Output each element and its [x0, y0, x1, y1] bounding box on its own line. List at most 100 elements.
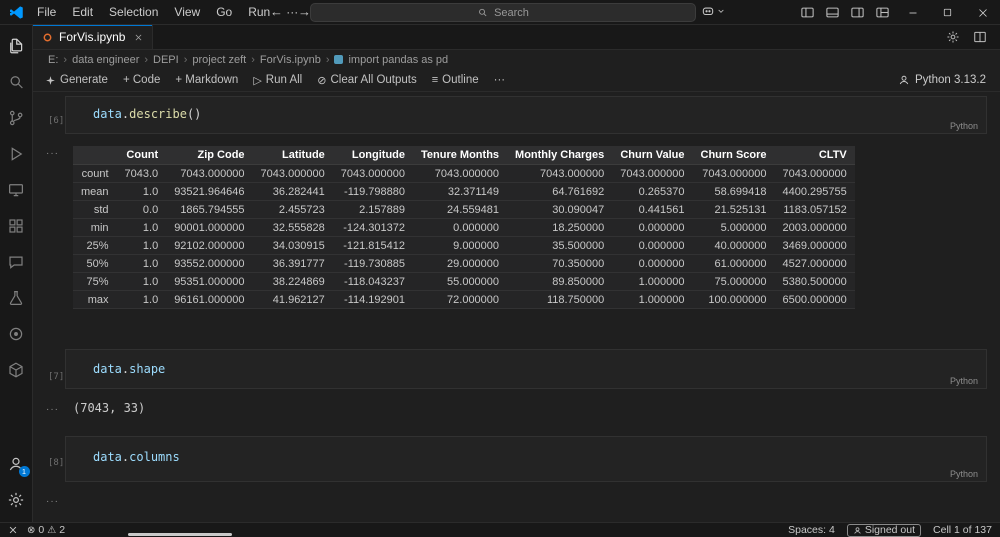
output-options-icon[interactable]: ··· [46, 148, 59, 159]
table-cell: 5.000000 [692, 218, 775, 237]
table-cell: 70.350000 [507, 254, 613, 273]
accounts-icon[interactable]: 1 [0, 446, 33, 482]
menu-bar: File Edit Selection View Go Run ··· [29, 3, 306, 21]
code-line[interactable]: data.describe() [66, 97, 986, 121]
column-header: Longitude [332, 146, 414, 165]
toolbar-more-icon[interactable]: ··· [494, 74, 506, 86]
remote-indicator-icon[interactable] [8, 525, 18, 535]
settings-gear-icon[interactable] [0, 482, 33, 518]
source-control-icon[interactable] [0, 100, 33, 136]
code-token: data [93, 107, 122, 121]
run-all-button[interactable]: ▷ Run All [253, 74, 302, 87]
table-cell: 40.000000 [692, 236, 775, 255]
code-cell-columns[interactable]: data.columns Python [8] [48, 436, 987, 482]
code-token: columns [129, 450, 180, 464]
output-options-icon[interactable]: ··· [46, 404, 59, 415]
table-cell: 7043.000000 [252, 164, 333, 183]
table-cell: 29.000000 [413, 254, 508, 273]
cell-position-indicator[interactable]: Cell 1 of 137 [933, 524, 992, 536]
cell-language-label: Python [949, 121, 978, 131]
code-line[interactable]: data.columns [66, 437, 986, 464]
table-cell: 38.224869 [252, 272, 333, 291]
titlebar-controls [795, 0, 1000, 25]
maximize-button[interactable] [930, 0, 965, 25]
testing-icon[interactable] [0, 280, 33, 316]
menu-view[interactable]: View [166, 3, 208, 21]
close-window-button[interactable] [965, 0, 1000, 25]
signed-out-badge[interactable]: Signed out [846, 523, 922, 537]
cell-language-label: Python [949, 469, 978, 479]
table-cell: 7043.000000 [413, 164, 508, 183]
notebook-file-icon [42, 32, 53, 43]
vscode-logo-icon [9, 5, 24, 20]
back-icon[interactable]: ← [270, 4, 283, 19]
breadcrumb-folder-data-engineer[interactable]: data engineer [72, 54, 139, 66]
search-input[interactable]: Search [310, 3, 696, 22]
split-editor-icon[interactable] [973, 30, 987, 44]
toggle-sidebar-icon[interactable] [795, 0, 820, 25]
breadcrumb-cell-symbol[interactable]: import pandas as pd [348, 54, 448, 66]
add-markdown-button[interactable]: + Markdown [175, 74, 238, 86]
error-count: 0 [38, 524, 45, 536]
chat-icon[interactable] [0, 244, 33, 280]
menu-selection[interactable]: Selection [101, 3, 166, 21]
extensions-icon[interactable] [0, 208, 33, 244]
minimize-button[interactable] [895, 0, 930, 25]
breadcrumb-folder-depi[interactable]: DEPI [153, 54, 179, 66]
output-options-icon[interactable]: ··· [46, 496, 59, 507]
menu-file[interactable]: File [29, 3, 64, 21]
copilot-button[interactable] [701, 4, 725, 18]
table-cell: -124.301372 [332, 218, 414, 237]
table-cell: 1183.057152 [774, 200, 855, 219]
table-cell: 21.525131 [692, 200, 775, 219]
run-all-icon: ▷ [253, 74, 262, 87]
chevron-down-icon [717, 7, 725, 15]
outline-button[interactable]: ≡ Outline [432, 74, 479, 86]
row-label: max [73, 290, 117, 309]
table-cell: 1.0 [116, 182, 167, 201]
containers-icon[interactable] [0, 352, 33, 388]
breadcrumb-folder-project-zeft[interactable]: project zeft [192, 54, 246, 66]
table-cell: 34.030915 [252, 236, 333, 255]
table-cell: 9.000000 [413, 236, 508, 255]
toggle-secondary-sidebar-icon[interactable] [845, 0, 870, 25]
breadcrumb-file[interactable]: ForVis.ipynb [260, 54, 321, 66]
clear-all-outputs-button[interactable]: ⊘ Clear All Outputs [317, 74, 417, 87]
sparkle-icon [45, 75, 56, 86]
table-cell: 2003.000000 [774, 218, 855, 237]
generate-button[interactable]: Generate [45, 74, 108, 86]
tab-forvis-ipynb[interactable]: ForVis.ipynb [33, 25, 154, 49]
toggle-panel-icon[interactable] [820, 0, 845, 25]
menu-edit[interactable]: Edit [64, 3, 101, 21]
table-cell: -121.815412 [332, 236, 414, 255]
code-cell-shape[interactable]: data.shape Python [7] [48, 349, 987, 389]
problems-indicator[interactable]: ⊗ 0 ⚠ 2 [27, 524, 65, 536]
search-sidebar-icon[interactable] [0, 64, 33, 100]
remote-explorer-icon[interactable] [0, 172, 33, 208]
explorer-icon[interactable] [0, 28, 33, 64]
breadcrumb-drive[interactable]: E: [48, 54, 58, 66]
table-cell: 4400.295755 [774, 182, 855, 201]
table-cell: 90001.000000 [166, 218, 253, 237]
column-header: Monthly Charges [507, 146, 613, 165]
spaces-indicator[interactable]: Spaces: 4 [788, 524, 835, 536]
table-cell: 41.962127 [252, 290, 333, 309]
jupyter-icon[interactable] [0, 316, 33, 352]
breadcrumb-separator: › [144, 53, 149, 66]
add-code-button[interactable]: + Code [123, 74, 160, 86]
horizontal-scrollbar-thumb[interactable] [128, 533, 232, 536]
table-cell: 7043.000000 [332, 164, 414, 183]
code-cell-describe[interactable]: data.describe() Python [6] [48, 96, 987, 134]
code-line[interactable]: data.shape [66, 350, 986, 376]
customize-layout-icon[interactable] [870, 0, 895, 25]
outline-label: Outline [442, 74, 479, 86]
table-cell: 0.0 [116, 200, 167, 219]
breadcrumb-separator: › [251, 53, 255, 66]
column-header: Churn Score [692, 146, 775, 165]
run-debug-icon[interactable] [0, 136, 33, 172]
menu-go[interactable]: Go [208, 3, 240, 21]
table-cell: 6500.000000 [774, 290, 855, 309]
tab-close-icon[interactable] [134, 33, 143, 42]
notebook-settings-gear-icon[interactable] [946, 30, 960, 44]
kernel-picker-button[interactable]: Python 3.13.2 [898, 74, 1000, 86]
